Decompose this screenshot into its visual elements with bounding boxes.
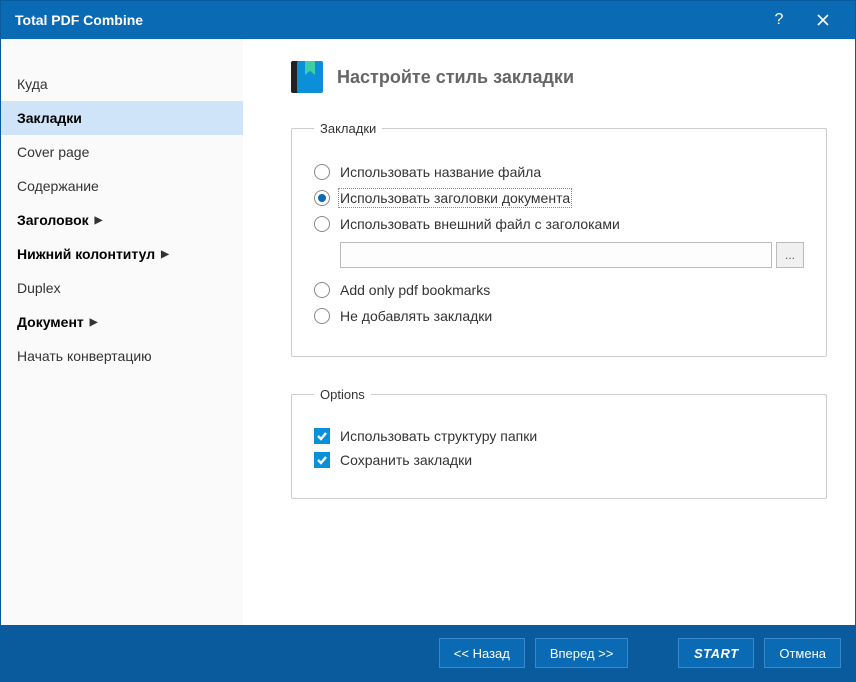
sidebar-item-label: Cover page bbox=[17, 144, 89, 160]
options-group: Options Использовать структуру папки Сох… bbox=[291, 387, 827, 499]
chevron-right-icon: ▶ bbox=[90, 317, 98, 328]
start-button[interactable]: START bbox=[678, 638, 754, 668]
sidebar-item-label: Начать конвертацию bbox=[17, 348, 152, 364]
bookmark-icon bbox=[291, 61, 323, 93]
bookmarks-legend: Закладки bbox=[314, 121, 382, 136]
bookmarks-group: Закладки Использовать название файла Исп… bbox=[291, 121, 827, 357]
sidebar-item-5[interactable]: Нижний колонтитул ▶ bbox=[1, 237, 243, 271]
back-button[interactable]: << Назад bbox=[439, 638, 525, 668]
check-keep-bookmarks[interactable]: Сохранить закладки bbox=[314, 452, 804, 468]
radio-icon bbox=[314, 282, 330, 298]
radio-label: Использовать внешний файл с заголоками bbox=[340, 216, 620, 232]
dialog-window: Total PDF Combine ? Куда Закладки Cover pa… bbox=[0, 0, 856, 682]
radio-icon bbox=[314, 308, 330, 324]
radio-label: Использовать заголовки документа bbox=[340, 190, 570, 206]
sidebar: Куда Закладки Cover page Содержание Заголово… bbox=[1, 39, 243, 625]
help-button[interactable]: ? bbox=[757, 1, 801, 39]
sidebar-item-label: Куда bbox=[17, 76, 48, 92]
radio-use-doc-headings[interactable]: Использовать заголовки документа bbox=[314, 190, 804, 206]
checkbox-icon bbox=[314, 452, 330, 468]
sidebar-item-label: Duplex bbox=[17, 280, 61, 296]
window-title: Total PDF Combine bbox=[15, 12, 757, 28]
footer: << Назад Вперед >> START Отмена bbox=[1, 625, 855, 681]
check-label: Использовать структуру папки bbox=[340, 428, 537, 444]
sidebar-item-8[interactable]: Начать конвертацию bbox=[1, 339, 243, 373]
sidebar-item-7[interactable]: Документ ▶ bbox=[1, 305, 243, 339]
dialog-body: Куда Закладки Cover page Содержание Заголово… bbox=[1, 39, 855, 625]
radio-pdf-only[interactable]: Add only pdf bookmarks bbox=[314, 282, 804, 298]
external-file-input[interactable] bbox=[340, 242, 772, 268]
sidebar-item-4[interactable]: Заголовок ▶ bbox=[1, 203, 243, 237]
titlebar: Total PDF Combine ? bbox=[1, 1, 855, 39]
sidebar-item-3[interactable]: Содержание bbox=[1, 169, 243, 203]
chevron-right-icon: ▶ bbox=[95, 215, 103, 226]
forward-button[interactable]: Вперед >> bbox=[535, 638, 629, 668]
options-legend: Options bbox=[314, 387, 371, 402]
checkbox-icon bbox=[314, 428, 330, 444]
chevron-right-icon: ▶ bbox=[161, 249, 169, 260]
sidebar-item-label: Нижний колонтитул bbox=[17, 246, 155, 262]
sidebar-item-label: Документ bbox=[17, 314, 84, 330]
check-folder-structure[interactable]: Использовать структуру папки bbox=[314, 428, 804, 444]
radio-icon bbox=[314, 164, 330, 180]
radio-label: Не добавлять закладки bbox=[340, 308, 492, 324]
radio-use-filename[interactable]: Использовать название файла bbox=[314, 164, 804, 180]
close-button[interactable] bbox=[801, 1, 845, 39]
cancel-button[interactable]: Отмена bbox=[764, 638, 841, 668]
sidebar-item-label: Закладки bbox=[17, 110, 82, 126]
sidebar-item-label: Заголовок bbox=[17, 212, 89, 228]
radio-label: Add only pdf bookmarks bbox=[340, 282, 490, 298]
sidebar-item-2[interactable]: Cover page bbox=[1, 135, 243, 169]
page-title: Настройте стиль закладки bbox=[337, 67, 574, 88]
radio-use-external-file[interactable]: Использовать внешний файл с заголоками bbox=[314, 216, 804, 232]
radio-icon bbox=[314, 190, 330, 206]
sidebar-item-1[interactable]: Закладки bbox=[1, 101, 243, 135]
sidebar-item-label: Содержание bbox=[17, 178, 99, 194]
browse-button[interactable]: ... bbox=[776, 242, 804, 268]
sidebar-item-0[interactable]: Куда bbox=[1, 67, 243, 101]
page-header: Настройте стиль закладки bbox=[291, 61, 827, 93]
main-panel: Настройте стиль закладки Закладки Исполь… bbox=[243, 39, 855, 625]
radio-none[interactable]: Не добавлять закладки bbox=[314, 308, 804, 324]
radio-icon bbox=[314, 216, 330, 232]
sidebar-item-6[interactable]: Duplex bbox=[1, 271, 243, 305]
radio-label: Использовать название файла bbox=[340, 164, 541, 180]
check-label: Сохранить закладки bbox=[340, 452, 472, 468]
external-file-row: ... bbox=[340, 242, 804, 268]
